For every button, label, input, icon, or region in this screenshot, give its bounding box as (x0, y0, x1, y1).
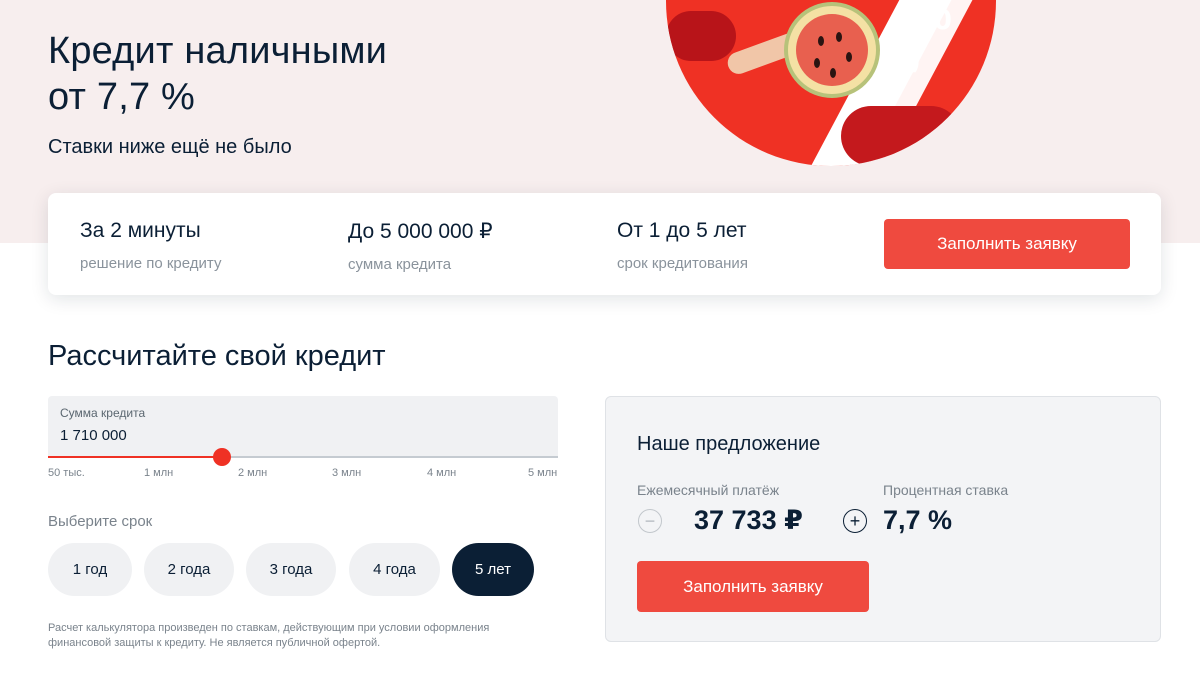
monthly-payment-value: 37 733 ₽ (694, 505, 803, 535)
loan-amount-slider[interactable] (48, 448, 558, 466)
feature-subtitle: сумма кредита (348, 256, 452, 273)
feature-subtitle: срок кредитования (617, 255, 748, 272)
monthly-payment-label: Ежемесячный платёж (637, 482, 780, 498)
slider-fill (48, 456, 222, 458)
increase-icon[interactable]: + (843, 509, 867, 533)
apply-button-top[interactable]: Заполнить заявку (884, 219, 1130, 269)
term-option-3-years[interactable]: 3 года (246, 543, 336, 596)
slider-thumb[interactable] (213, 448, 231, 466)
slider-tick: 3 млн (332, 467, 362, 479)
promo-rate-percent: % (911, 0, 952, 39)
watermelon-seed (814, 58, 820, 68)
feature-subtitle: решение по кредиту (80, 255, 222, 272)
term-label: Выберите срок (48, 513, 153, 530)
loan-amount-value[interactable]: 1 710 000 (60, 427, 127, 444)
slider-tick: 5 млн (528, 467, 558, 479)
slider-tick: 50 тыс. (48, 467, 85, 479)
feature-decision-time: За 2 минуты решение по кредиту (80, 219, 221, 272)
features-card: За 2 минуты решение по кредиту До 5 000 … (48, 193, 1161, 295)
apply-button-offer[interactable]: Заполнить заявку (637, 561, 869, 612)
term-option-1-year[interactable]: 1 год (48, 543, 132, 596)
term-option-4-years[interactable]: 4 года (349, 543, 440, 596)
feature-title: От 1 до 5 лет (617, 219, 747, 242)
feature-title: До 5 000 000 ₽ (348, 220, 493, 243)
term-option-5-years[interactable]: 5 лет (452, 543, 534, 596)
offer-card: Наше предложение Ежемесячный платёж Проц… (605, 396, 1161, 642)
feature-max-amount: До 5 000 000 ₽ сумма кредита (348, 219, 493, 273)
slider-tick: 4 млн (427, 467, 457, 479)
slider-tick: 1 млн (144, 467, 174, 479)
promo-image: , % (666, 0, 996, 166)
offer-title: Наше предложение (637, 433, 821, 455)
loan-amount-label: Сумма кредита (60, 406, 146, 420)
calculator-title: Рассчитайте свой кредит (48, 340, 386, 372)
watermelon-image (784, 2, 880, 98)
feature-term: От 1 до 5 лет срок кредитования (617, 219, 748, 272)
interest-rate-value: 7,7 % (883, 505, 953, 535)
page-title-line1: Кредит наличными (48, 30, 388, 72)
watermelon-seed (830, 68, 836, 78)
slider-ticks: 50 тыс. 1 млн 2 млн 3 млн 4 млн 5 млн (48, 467, 560, 481)
watermelon-seed (836, 32, 842, 42)
interest-rate-label: Процентная ставка (883, 482, 1009, 498)
loan-amount-input[interactable]: Сумма кредита 1 710 000 (48, 396, 558, 458)
promo-sleeve (841, 106, 961, 166)
page-title-line2: от 7,7 % (48, 76, 196, 118)
slider-tick: 2 млн (238, 467, 268, 479)
term-option-2-years[interactable]: 2 года (144, 543, 234, 596)
calculator-disclaimer: Расчет калькулятора произведен по ставка… (48, 622, 490, 649)
watermelon-seed (846, 52, 852, 62)
page-title: Кредит наличными от 7,7 % (48, 28, 387, 120)
feature-title: За 2 минуты (80, 219, 201, 242)
promo-sleeve (666, 11, 736, 61)
decrease-icon[interactable]: − (638, 509, 662, 533)
watermelon-seed (818, 36, 824, 46)
hero-subtitle: Ставки ниже ещё не было (48, 136, 292, 158)
